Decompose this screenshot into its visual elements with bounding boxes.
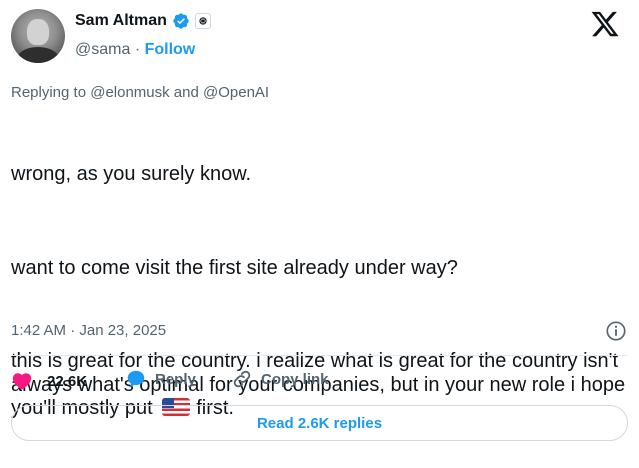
author-handle-row: @sama · Follow (75, 41, 195, 59)
copy-link-label: Copy link (261, 370, 329, 388)
avatar-face (27, 19, 49, 45)
tweet-paragraph: want to come visit the first site alread… (11, 256, 458, 279)
read-replies-button[interactable]: Read 2.6K replies (11, 405, 628, 441)
reply-bubble-icon (127, 370, 145, 388)
reply-button[interactable]: Reply (125, 368, 196, 390)
divider (11, 355, 628, 356)
author-name[interactable]: Sam Altman (75, 12, 167, 30)
reply-label: Reply (155, 370, 196, 388)
replying-to-line: Replying to @elonmusk and @OpenAI (11, 84, 270, 101)
openai-badge-icon[interactable] (194, 13, 211, 29)
tweet-card: Sam Altman @sama · Follow Replying to @e… (0, 0, 639, 450)
copy-link-button[interactable]: Copy link (231, 368, 329, 390)
info-icon[interactable] (605, 320, 627, 342)
avatar-shirt (17, 47, 59, 63)
link-icon (233, 370, 251, 388)
handle-separator: · (130, 41, 145, 58)
x-logo-icon[interactable] (590, 9, 620, 39)
like-button[interactable]: 22.6K (11, 370, 87, 392)
verified-badge-icon (172, 12, 190, 30)
follow-button[interactable]: Follow (145, 41, 196, 58)
like-count: 22.6K (47, 372, 88, 390)
tweet-paragraph: wrong, as you surely know. (11, 163, 252, 185)
avatar[interactable] (11, 9, 65, 63)
author-name-row: Sam Altman (75, 12, 211, 30)
author-handle[interactable]: @sama (75, 41, 130, 58)
tweet-timestamp[interactable]: 1:42 AM · Jan 23, 2025 (11, 322, 166, 339)
heart-icon (12, 373, 32, 390)
tweet-actions: 22.6K Reply Copy link (11, 368, 628, 394)
